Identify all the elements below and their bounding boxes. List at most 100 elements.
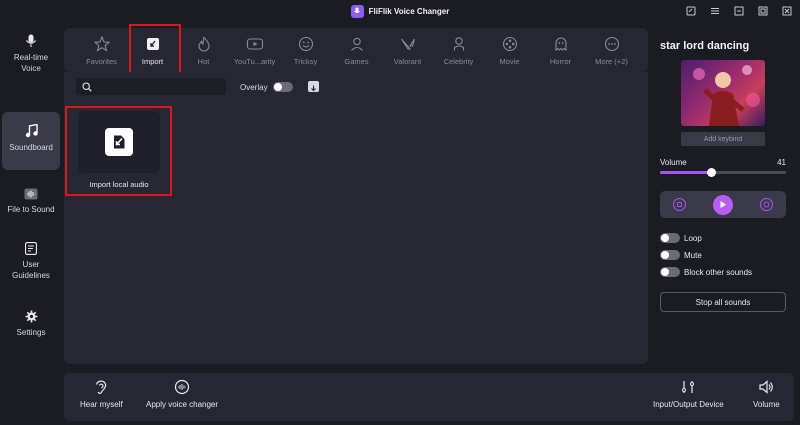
minimize-icon[interactable] — [731, 3, 746, 18]
volume-fill — [660, 171, 712, 174]
playback-controls — [660, 191, 786, 218]
title-bar: FliFlik Voice Changer — [0, 0, 800, 22]
tab-youtube[interactable]: YouTu...arity — [229, 28, 280, 72]
search-input[interactable] — [76, 78, 226, 95]
volume-label: Volume — [660, 158, 687, 167]
input-output-device-label: Input/Output Device — [653, 400, 724, 409]
tab-label: Favorites — [86, 57, 117, 66]
film-reel-icon — [502, 36, 517, 52]
import-local-audio-card[interactable] — [78, 111, 160, 173]
gear-icon — [25, 310, 37, 323]
import-icon — [105, 128, 133, 156]
close-icon[interactable] — [779, 3, 794, 18]
volume-button[interactable]: Volume — [753, 379, 780, 409]
sound-artwork — [681, 60, 765, 126]
hear-myself-label: Hear myself — [80, 400, 123, 409]
tab-label: Celebrity — [443, 57, 474, 66]
voice-changer-icon — [174, 379, 190, 395]
speaker-icon — [759, 380, 774, 394]
stop-all-sounds-button[interactable]: Stop all sounds — [660, 292, 786, 312]
block-other-sounds-toggle[interactable] — [660, 267, 680, 277]
input-output-device-icon — [682, 381, 695, 393]
tab-more[interactable]: More (+2) — [586, 28, 637, 72]
person-icon — [350, 37, 363, 51]
smiley-icon — [298, 36, 313, 52]
tab-label: Valorant — [393, 57, 422, 66]
maximize-icon[interactable] — [755, 3, 770, 18]
tab-tricksy[interactable]: Tricksy — [280, 28, 331, 72]
ghost-icon — [554, 37, 567, 52]
app-title: FliFlik Voice Changer — [368, 6, 450, 16]
mute-label: Mute — [684, 250, 702, 260]
volume-thumb[interactable] — [707, 168, 717, 177]
overlay-label: Overlay — [240, 83, 268, 92]
sidebar: Real-time Voice Soundboard File to Sound… — [0, 22, 62, 425]
more-icon — [604, 36, 619, 52]
celebrity-icon — [453, 37, 464, 51]
flame-icon — [197, 36, 210, 52]
ear-icon — [96, 380, 107, 394]
overlay-download-icon[interactable] — [308, 81, 319, 92]
mute-toggle[interactable] — [660, 250, 680, 260]
volume-value: 41 — [777, 158, 786, 167]
tab-hot[interactable]: Hot — [178, 28, 229, 72]
youtube-icon — [246, 38, 263, 50]
tab-celebrity[interactable]: Celebrity — [433, 28, 484, 72]
sound-list-panel: Overlay Import local audio — [64, 72, 648, 364]
loop-icon[interactable] — [759, 198, 773, 211]
volume-slider[interactable] — [660, 168, 786, 177]
sound-detail-panel: star lord dancing Add keybind Volume 41 … — [652, 28, 800, 368]
tab-valorant[interactable]: Valorant — [382, 28, 433, 72]
stop-icon[interactable] — [673, 198, 687, 211]
block-other-sounds-label: Block other sounds — [684, 267, 753, 277]
sidebar-item-label: Settings — [16, 328, 46, 337]
tab-horror[interactable]: Horror — [535, 28, 586, 72]
app-logo-icon — [350, 4, 364, 18]
guidelines-icon — [25, 242, 37, 255]
sound-title: star lord dancing — [660, 40, 750, 52]
sidebar-item-soundboard[interactable]: Soundboard — [2, 112, 60, 170]
import-local-audio-label: Import local audio — [89, 180, 149, 189]
tab-games[interactable]: Games — [331, 28, 382, 72]
audio-file-icon — [24, 188, 38, 200]
loop-label: Loop — [684, 233, 702, 243]
sidebar-item-realtime-voice[interactable]: Real-time Voice — [2, 30, 60, 82]
tab-label: YouTu...arity — [233, 57, 276, 66]
tab-label: Movie — [499, 57, 520, 66]
tab-label: Tricksy — [293, 57, 318, 66]
play-button[interactable] — [712, 194, 733, 215]
sidebar-item-file-to-sound[interactable]: File to Sound — [2, 184, 60, 224]
overlay-toggle[interactable] — [273, 82, 293, 92]
menu-icon[interactable] — [707, 3, 722, 18]
sidebar-item-label: User Guidelines — [12, 260, 50, 280]
sidebar-item-label: File to Sound — [7, 205, 55, 214]
category-tabs: Favorites Import Hot YouTu...arity Trick… — [64, 24, 648, 76]
play-icon — [720, 201, 726, 208]
tab-movie[interactable]: Movie — [484, 28, 535, 72]
apply-voice-changer-label: Apply voice changer — [146, 400, 219, 409]
hear-myself-button[interactable]: Hear myself — [80, 379, 123, 409]
mute-option[interactable]: Mute — [660, 250, 702, 260]
search-icon — [82, 81, 92, 92]
block-other-sounds-option[interactable]: Block other sounds — [660, 267, 752, 277]
sidebar-item-settings[interactable]: Settings — [2, 308, 60, 344]
input-output-device-button[interactable]: Input/Output Device — [653, 379, 724, 409]
sidebar-item-label: Real-time Voice — [13, 53, 49, 73]
volume-button-label: Volume — [753, 400, 780, 409]
microphone-icon — [26, 34, 36, 47]
feedback-icon[interactable] — [683, 3, 698, 18]
add-keybind-button[interactable]: Add keybind — [681, 132, 765, 146]
bottom-bar: Hear myself Apply voice changer Input/Ou… — [64, 373, 794, 421]
tab-import[interactable]: Import — [127, 24, 181, 76]
loop-option[interactable]: Loop — [660, 233, 702, 243]
sidebar-item-user-guidelines[interactable]: User Guidelines — [2, 240, 60, 288]
sidebar-item-label: Soundboard — [9, 143, 53, 152]
star-icon — [93, 36, 110, 52]
tab-label: More (+2) — [595, 57, 628, 66]
tab-label: Games — [344, 57, 369, 66]
tab-label: Hot — [197, 57, 210, 66]
loop-toggle[interactable] — [660, 233, 680, 243]
tab-label: Import — [141, 57, 164, 66]
apply-voice-changer-button[interactable]: Apply voice changer — [146, 379, 218, 409]
tab-favorites[interactable]: Favorites — [76, 28, 127, 72]
